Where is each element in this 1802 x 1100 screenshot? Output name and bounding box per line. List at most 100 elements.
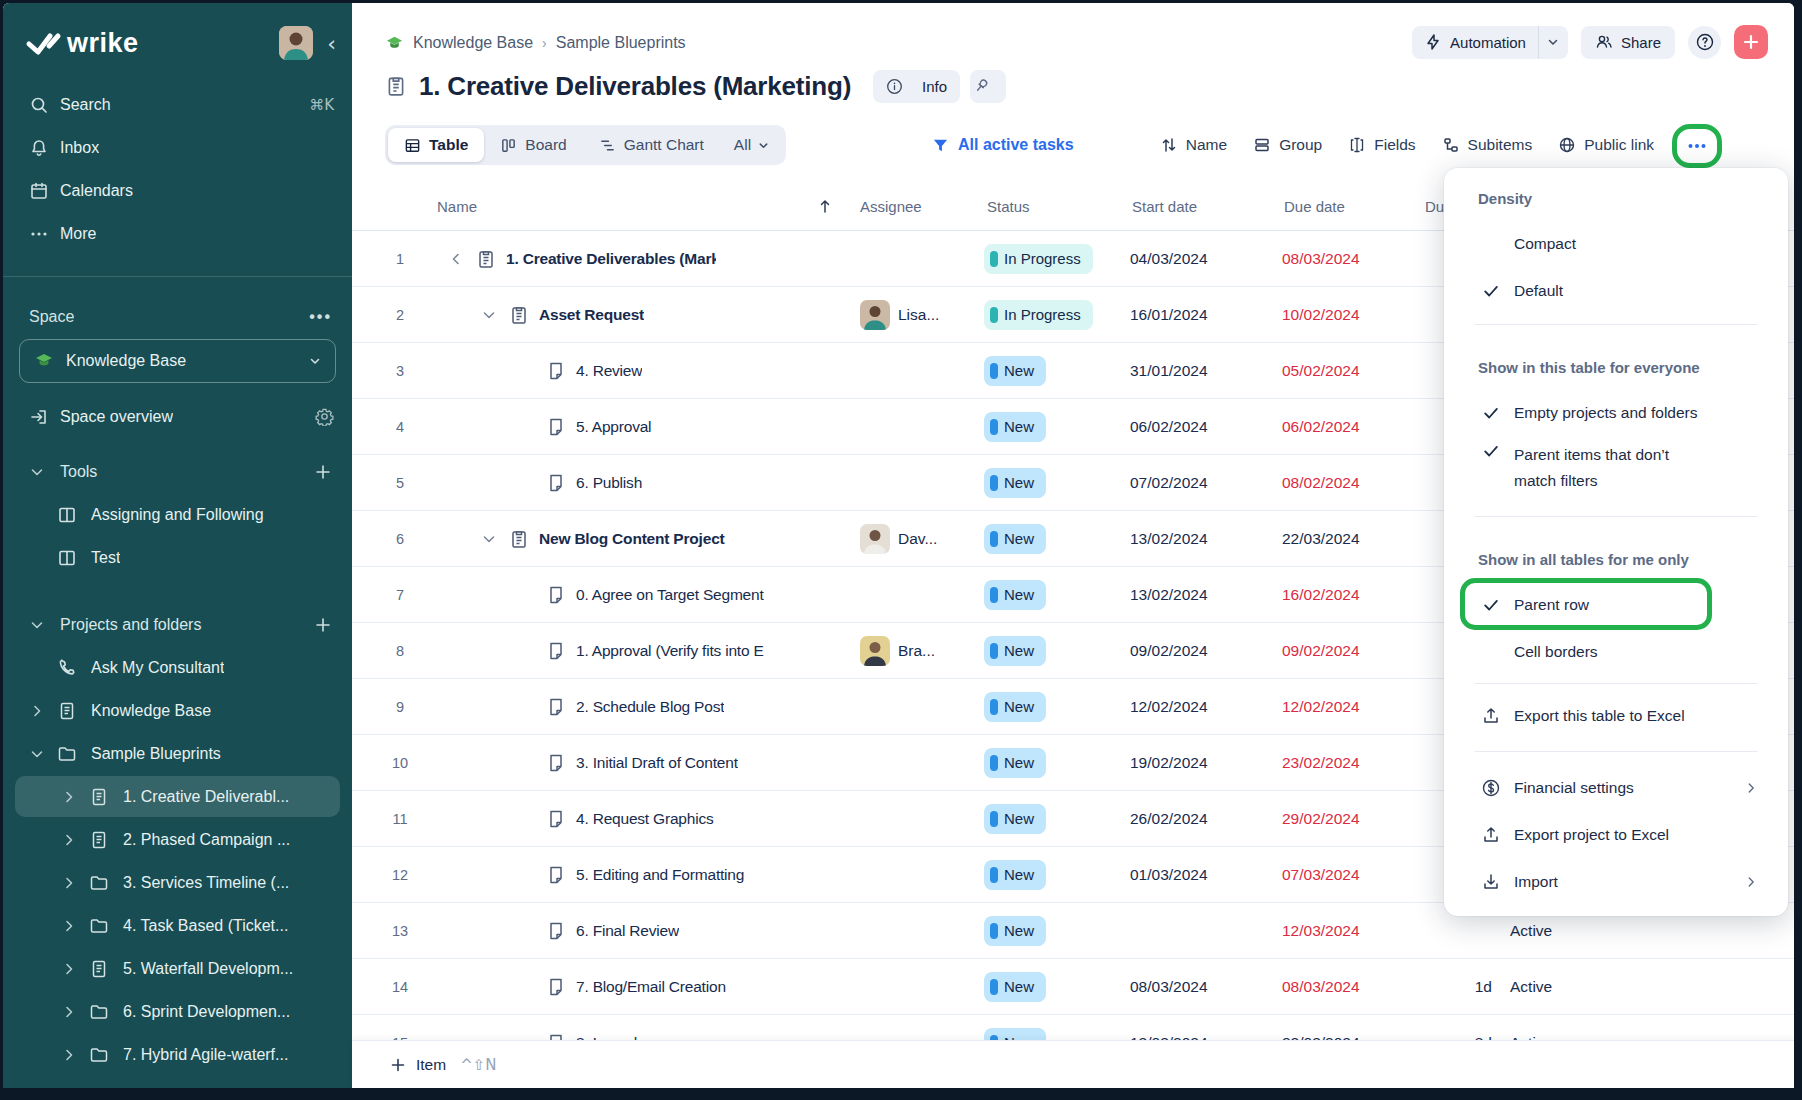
menu-item-financial-settings[interactable]: Financial settings [1444, 764, 1788, 811]
sidebar-item[interactable]: Assigning and Following [3, 493, 352, 536]
status-badge[interactable]: New [984, 972, 1046, 1002]
sidebar-item-inbox[interactable]: Inbox [3, 126, 352, 169]
automation-dropdown[interactable] [1538, 26, 1568, 59]
sidebar-item-more[interactable]: More [3, 212, 352, 255]
status-badge[interactable]: New [984, 524, 1046, 554]
main-panel: Knowledge Base › Sample Blueprints 1. Cr… [352, 3, 1794, 1088]
chevron-down-icon[interactable] [481, 307, 497, 323]
check-icon [1478, 442, 1504, 460]
row-number: 10 [380, 755, 420, 771]
task-name-cell: Asset Request [481, 305, 644, 325]
sidebar-item-search[interactable]: Search⌘K [3, 83, 352, 126]
tab-table[interactable]: Table [388, 128, 484, 162]
tool-subitems[interactable]: Subitems [1442, 136, 1533, 154]
chevron-left-icon[interactable] [448, 251, 464, 267]
pin-icon [973, 77, 991, 95]
status-badge[interactable]: New [984, 916, 1046, 946]
filter-button[interactable]: All active tasks [932, 125, 1074, 165]
task-name-cell: 6. Final Review [546, 921, 679, 941]
section-header-tools[interactable]: Tools [3, 450, 352, 493]
add-icon[interactable] [314, 463, 332, 481]
sidebar-item[interactable]: Test [3, 536, 352, 579]
status-badge[interactable]: New [984, 356, 1046, 386]
status-badge[interactable]: In Progress [984, 300, 1093, 330]
menu-item-parent-row[interactable]: Parent row [1444, 581, 1788, 628]
tool-group[interactable]: Group [1253, 136, 1322, 154]
sidebar-item[interactable]: 4. Task Based (Ticket... [3, 904, 352, 947]
sidebar-item[interactable]: 6. Sprint Developmen... [3, 990, 352, 1033]
status-badge[interactable]: New [984, 580, 1046, 610]
status-badge[interactable]: New [984, 1028, 1046, 1041]
plus-icon [390, 1057, 406, 1073]
menu-item-label: Compact [1514, 235, 1576, 253]
sidebar-item-space-overview[interactable]: Space overview [3, 395, 352, 438]
add-item-bar[interactable]: Item ^⇧N [352, 1040, 1794, 1088]
sidebar-item[interactable]: Sample Blueprints [3, 732, 352, 775]
status-badge[interactable]: New [984, 860, 1046, 890]
status-badge[interactable]: New [984, 412, 1046, 442]
pin-button[interactable] [970, 70, 1006, 103]
menu-item-export-this-table-to-excel[interactable]: Export this table to Excel [1444, 692, 1788, 739]
menu-item-cell-borders[interactable]: Cell borders [1444, 628, 1788, 675]
automation-button[interactable]: Automation [1412, 26, 1568, 59]
sidebar-item[interactable]: 8. PMO Structure (Por... [3, 1076, 352, 1088]
column-header-due[interactable]: Due date [1284, 198, 1345, 215]
sort-arrow-icon[interactable] [818, 198, 832, 214]
task-name: 1. Creative Deliverables (Marketing [506, 250, 716, 268]
section-header-projects-and-folders[interactable]: Projects and folders [3, 603, 352, 646]
column-header-assignee[interactable]: Assignee [860, 198, 922, 215]
sidebar-item-calendars[interactable]: Calendars [3, 169, 352, 212]
breadcrumb-item[interactable]: Knowledge Base [413, 34, 533, 52]
add-icon[interactable] [314, 616, 332, 634]
status-badge[interactable]: New [984, 692, 1046, 722]
user-avatar[interactable] [279, 26, 313, 60]
sidebar-nav: Search⌘KInboxCalendarsMore [3, 83, 352, 255]
column-header-name[interactable]: Name [437, 198, 477, 215]
menu-item-default[interactable]: Default [1444, 267, 1788, 314]
table-row[interactable]: 147. Blog/Email CreationNew08/03/202408/… [352, 959, 1794, 1015]
sidebar-item[interactable]: 1. Creative Deliverabl... [3, 775, 352, 818]
breadcrumb-item[interactable]: Sample Blueprints [556, 34, 686, 52]
tab-board[interactable]: Board [484, 128, 582, 162]
menu-item-empty-projects-and-folders[interactable]: Empty projects and folders [1444, 389, 1788, 436]
menu-item-label: Financial settings [1514, 779, 1634, 797]
column-header-start[interactable]: Start date [1132, 198, 1197, 215]
document-icon [57, 701, 77, 721]
status-badge[interactable]: New [984, 748, 1046, 778]
view-filter-dropdown[interactable]: All [720, 136, 783, 154]
status-label: New [1004, 866, 1034, 883]
status-label: New [1004, 754, 1034, 771]
status-badge[interactable]: New [984, 636, 1046, 666]
wrike-logo-text: wrike [67, 28, 139, 59]
share-button[interactable]: Share [1581, 26, 1675, 59]
tool-public-link[interactable]: Public link [1558, 136, 1654, 154]
help-button[interactable] [1688, 26, 1721, 59]
table-row[interactable]: 158. LaunchNew13/03/202422/03/20248dActi… [352, 1015, 1794, 1040]
create-button[interactable] [1734, 25, 1768, 59]
sidebar-item[interactable]: 2. Phased Campaign ... [3, 818, 352, 861]
status-badge[interactable]: In Progress [984, 244, 1093, 274]
tab-gantt-chart[interactable]: Gantt Chart [583, 128, 720, 162]
collapse-sidebar-icon[interactable]: ‹ [327, 31, 336, 56]
sidebar-item[interactable]: 5. Waterfall Developm... [3, 947, 352, 990]
sidebar-item[interactable]: Ask My Consultant [3, 646, 352, 689]
sidebar-item[interactable]: 7. Hybrid Agile-waterf... [3, 1033, 352, 1076]
more-options-button[interactable] [1674, 128, 1720, 164]
space-selector[interactable]: Knowledge Base [19, 339, 336, 383]
column-header-status[interactable]: Status [987, 198, 1030, 215]
space-more-icon[interactable]: ••• [309, 308, 332, 326]
due-date: 12/02/2024 [1282, 698, 1360, 716]
sidebar-item[interactable]: 3. Services Timeline (... [3, 861, 352, 904]
status-badge[interactable]: New [984, 468, 1046, 498]
chevron-down-icon[interactable] [481, 531, 497, 547]
menu-item-compact[interactable]: Compact [1444, 220, 1788, 267]
menu-item-import[interactable]: Import [1444, 858, 1788, 905]
sidebar-item[interactable]: Knowledge Base [3, 689, 352, 732]
menu-item-parent-items-that-don-t-match-filters[interactable]: Parent items that don’t match filters [1444, 436, 1788, 500]
tool-fields[interactable]: Fields [1348, 136, 1415, 154]
tool-name[interactable]: Name [1160, 136, 1227, 154]
menu-item-export-project-to-excel[interactable]: Export project to Excel [1444, 811, 1788, 858]
status-badge[interactable]: New [984, 804, 1046, 834]
gear-icon[interactable] [315, 407, 334, 426]
info-button[interactable]: Info [873, 70, 960, 103]
